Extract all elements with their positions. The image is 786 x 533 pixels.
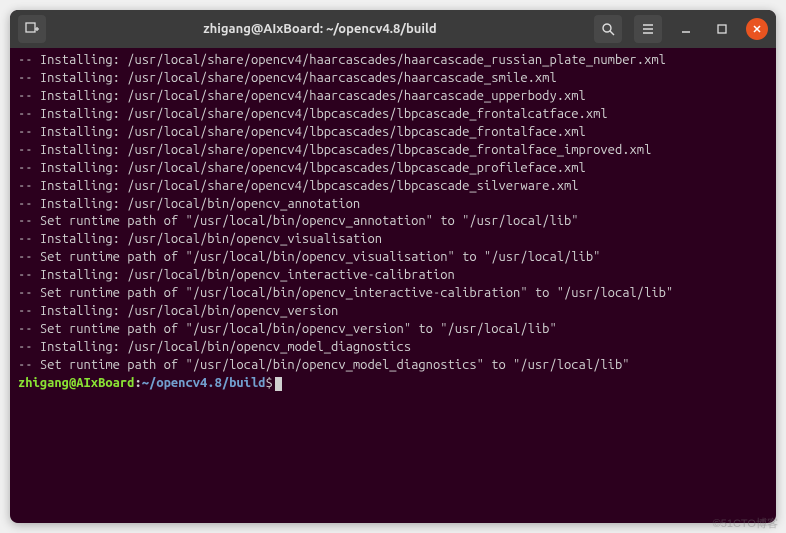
output-line: -- Installing: /usr/local/share/opencv4/…: [18, 124, 768, 142]
output-line: -- Installing: /usr/local/bin/opencv_int…: [18, 267, 768, 285]
output-line: -- Set runtime path of "/usr/local/bin/o…: [18, 249, 768, 267]
titlebar: zhigang@AIxBoard: ~/opencv4.8/build: [10, 10, 776, 48]
output-line: -- Set runtime path of "/usr/local/bin/o…: [18, 285, 768, 303]
prompt-user-host: zhigang@AIxBoard: [18, 376, 134, 390]
output-line: -- Installing: /usr/local/share/opencv4/…: [18, 106, 768, 124]
close-icon: [752, 24, 762, 34]
maximize-button[interactable]: [710, 17, 734, 41]
output-line: -- Installing: /usr/local/share/opencv4/…: [18, 88, 768, 106]
terminal-window: zhigang@AIxBoard: ~/opencv4.8/build -- I…: [10, 10, 776, 523]
output-line: -- Installing: /usr/local/share/opencv4/…: [18, 178, 768, 196]
prompt-symbol: $: [266, 376, 273, 390]
new-tab-button[interactable]: [18, 15, 46, 43]
close-button[interactable]: [746, 18, 768, 40]
output-line: -- Installing: /usr/local/share/opencv4/…: [18, 160, 768, 178]
output-line: -- Installing: /usr/local/bin/opencv_vis…: [18, 231, 768, 249]
search-icon: [601, 22, 615, 36]
titlebar-right: [594, 15, 768, 43]
output-line: -- Installing: /usr/local/share/opencv4/…: [18, 142, 768, 160]
prompt-colon: :: [134, 376, 141, 390]
output-lines: -- Installing: /usr/local/share/opencv4/…: [18, 52, 768, 375]
cursor: [275, 377, 282, 391]
minimize-icon: [680, 23, 692, 35]
output-line: -- Installing: /usr/local/bin/opencv_mod…: [18, 339, 768, 357]
output-line: -- Installing: /usr/local/share/opencv4/…: [18, 52, 768, 70]
output-line: -- Set runtime path of "/usr/local/bin/o…: [18, 357, 768, 375]
output-line: -- Set runtime path of "/usr/local/bin/o…: [18, 321, 768, 339]
terminal-output[interactable]: -- Installing: /usr/local/share/opencv4/…: [10, 48, 776, 523]
maximize-icon: [716, 23, 728, 35]
minimize-button[interactable]: [674, 17, 698, 41]
window-title: zhigang@AIxBoard: ~/opencv4.8/build: [54, 22, 586, 36]
prompt: zhigang@AIxBoard:~/opencv4.8/build$: [18, 376, 273, 390]
watermark: ©51CTO博客: [713, 515, 778, 531]
menu-button[interactable]: [634, 15, 662, 43]
search-button[interactable]: [594, 15, 622, 43]
prompt-path: ~/opencv4.8/build: [142, 376, 266, 390]
new-tab-icon: [25, 22, 39, 36]
output-line: -- Installing: /usr/local/bin/opencv_ver…: [18, 303, 768, 321]
output-line: -- Installing: /usr/local/bin/opencv_ann…: [18, 196, 768, 214]
output-line: -- Set runtime path of "/usr/local/bin/o…: [18, 213, 768, 231]
output-line: -- Installing: /usr/local/share/opencv4/…: [18, 70, 768, 88]
titlebar-left: [18, 15, 46, 43]
hamburger-icon: [641, 22, 655, 36]
